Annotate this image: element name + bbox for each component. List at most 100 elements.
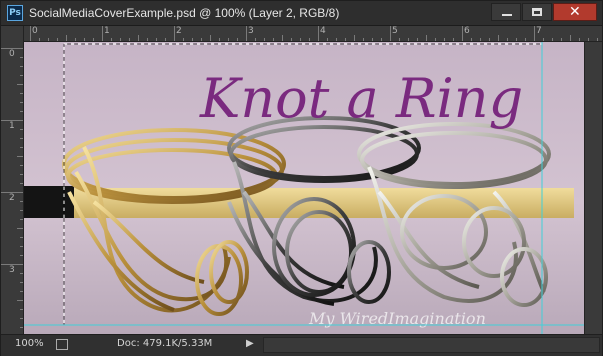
title-bar[interactable]: Ps SocialMediaCoverExample.psd @ 100% (L… <box>1 1 602 26</box>
ruler-tick <box>20 255 23 256</box>
ruler-tick <box>156 38 157 41</box>
ruler-tick <box>408 38 409 41</box>
ruler-tick <box>20 138 23 139</box>
ruler-tick <box>20 219 23 220</box>
ruler-tick <box>20 210 23 211</box>
horizontal-ruler[interactable]: 0 1 2 3 4 5 6 7 <box>23 26 602 42</box>
ruler-tick <box>597 38 598 41</box>
ruler-tick <box>30 26 31 41</box>
ruler-tick <box>372 38 373 41</box>
ruler-tick <box>20 93 23 94</box>
minimize-button[interactable] <box>491 3 521 21</box>
ruler-tick <box>282 35 283 41</box>
ruler-tick <box>552 38 553 41</box>
ruler-tick <box>111 38 112 41</box>
ruler-tick <box>20 111 23 112</box>
ruler-tick <box>534 26 535 41</box>
ruler-tick <box>129 38 130 41</box>
ruler-tick <box>381 38 382 41</box>
ruler-tick <box>435 38 436 41</box>
document-canvas[interactable]: Knot a Ring My WiredImagination <box>24 42 584 334</box>
ruler-tick <box>20 66 23 67</box>
document-window: Ps SocialMediaCoverExample.psd @ 100% (L… <box>0 0 603 356</box>
maximize-button[interactable] <box>522 3 552 21</box>
ruler-tick <box>93 38 94 41</box>
ruler-tick <box>390 26 391 41</box>
ruler-tick <box>318 26 319 41</box>
ruler-label: 0 <box>9 49 15 59</box>
ruler-tick <box>246 26 247 41</box>
ruler-tick <box>183 38 184 41</box>
ruler-tick <box>75 38 76 41</box>
ruler-tick <box>20 291 23 292</box>
ruler-tick <box>20 102 23 103</box>
ruler-tick <box>20 318 23 319</box>
ruler-tick <box>138 35 139 41</box>
ruler-tick <box>300 38 301 41</box>
ruler-tick <box>48 38 49 41</box>
ruler-tick <box>102 26 103 41</box>
ruler-label: 5 <box>392 26 398 36</box>
ruler-tick <box>354 35 355 41</box>
ruler-tick <box>174 26 175 41</box>
canvas-image: Knot a Ring My WiredImagination <box>24 42 584 334</box>
close-button[interactable]: ✕ <box>553 3 597 21</box>
ruler-tick <box>480 38 481 41</box>
ruler-tick <box>579 38 580 41</box>
close-icon: ✕ <box>569 4 581 20</box>
image-title-text: Knot a Ring <box>199 67 523 130</box>
ruler-tick <box>561 38 562 41</box>
ruler-label: 3 <box>248 26 254 36</box>
ruler-tick <box>525 38 526 41</box>
ruler-tick <box>17 300 23 301</box>
ruler-tick <box>17 156 23 157</box>
ruler-tick <box>192 38 193 41</box>
ruler-tick <box>336 38 337 41</box>
ruler-tick <box>20 75 23 76</box>
status-menu-arrow-icon[interactable]: ▶ <box>246 338 254 349</box>
ruler-label: 4 <box>320 26 326 36</box>
ruler-tick <box>84 38 85 41</box>
ruler-tick <box>363 38 364 41</box>
ruler-tick <box>462 26 463 41</box>
window-title: SocialMediaCoverExample.psd @ 100% (Laye… <box>29 6 340 20</box>
vertical-ruler[interactable]: 0 1 2 3 <box>1 26 24 334</box>
ruler-tick <box>1 264 23 265</box>
ruler-tick <box>39 38 40 41</box>
ruler-label: 1 <box>104 26 110 36</box>
ruler-tick <box>453 38 454 41</box>
ruler-tick <box>471 38 472 41</box>
ruler-tick <box>120 38 121 41</box>
ruler-label: 6 <box>464 26 470 36</box>
maximize-icon <box>532 8 542 16</box>
ruler-tick <box>309 38 310 41</box>
ruler-tick <box>57 38 58 41</box>
ruler-tick <box>507 38 508 41</box>
ruler-tick <box>20 327 23 328</box>
ruler-tick <box>147 38 148 41</box>
ruler-tick <box>165 38 166 41</box>
vertical-scrollbar[interactable] <box>584 42 602 334</box>
mandrel-handle <box>24 186 74 218</box>
ruler-label: 7 <box>536 26 542 36</box>
ruler-tick <box>20 273 23 274</box>
ruler-tick <box>399 38 400 41</box>
ruler-tick <box>273 38 274 41</box>
ruler-tick <box>17 228 23 229</box>
zoom-level[interactable]: 100% <box>15 338 44 349</box>
ruler-tick <box>228 38 229 41</box>
ruler-tick <box>444 38 445 41</box>
photoshop-icon: Ps <box>7 5 23 21</box>
ruler-label: 2 <box>9 193 15 203</box>
ruler-label: 3 <box>9 265 15 275</box>
horizontal-scrollbar[interactable] <box>263 337 600 353</box>
ruler-tick <box>20 201 23 202</box>
ruler-tick <box>588 38 589 41</box>
ruler-tick <box>489 38 490 41</box>
ruler-tick <box>210 35 211 41</box>
export-icon[interactable] <box>56 339 68 350</box>
status-bar: 100% Doc: 479.1K/5.33M ▶ <box>1 334 602 356</box>
ruler-tick <box>20 147 23 148</box>
ruler-tick <box>20 165 23 166</box>
ruler-tick <box>1 48 23 49</box>
